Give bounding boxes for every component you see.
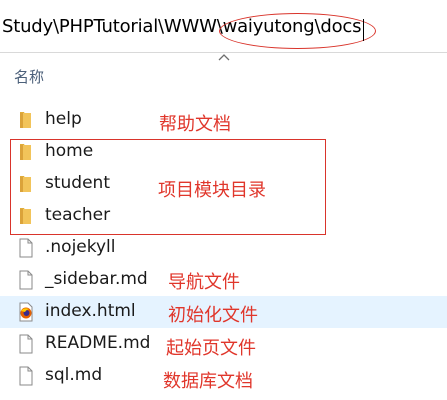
file-icon — [19, 270, 33, 290]
file-name: _sidebar.md — [45, 269, 148, 289]
address-bar[interactable]: Study\PHPTutorial\WWW\waiyutong\docs — [0, 0, 447, 53]
folder-icon — [20, 112, 31, 128]
firefox-html-icon — [19, 302, 33, 322]
annotation-modules: 项目模块目录 — [158, 180, 266, 201]
annotation-help: 帮助文档 — [159, 114, 231, 135]
column-header-name[interactable]: 名称 — [14, 66, 44, 87]
annotation-index: 初始化文件 — [168, 305, 258, 326]
file-icon — [19, 334, 33, 354]
annotation-readme: 起始页文件 — [166, 338, 256, 359]
file-icon — [19, 366, 33, 386]
file-name: help — [45, 109, 82, 129]
annotation-sidebar: 导航文件 — [168, 272, 240, 293]
chevron-up-icon[interactable] — [216, 51, 232, 63]
file-name: README.md — [45, 333, 151, 353]
list-item-nojekyll[interactable]: .nojekyll — [0, 232, 447, 264]
text-cursor — [363, 19, 364, 41]
file-name: index.html — [45, 301, 136, 321]
file-icon — [19, 238, 33, 258]
file-name: .nojekyll — [45, 237, 116, 257]
file-name: sql.md — [45, 365, 103, 385]
file-explorer: Study\PHPTutorial\WWW\waiyutong\docs 名称 … — [0, 0, 447, 400]
highlight-oval — [219, 13, 376, 49]
annotation-sql: 数据库文档 — [163, 371, 253, 392]
